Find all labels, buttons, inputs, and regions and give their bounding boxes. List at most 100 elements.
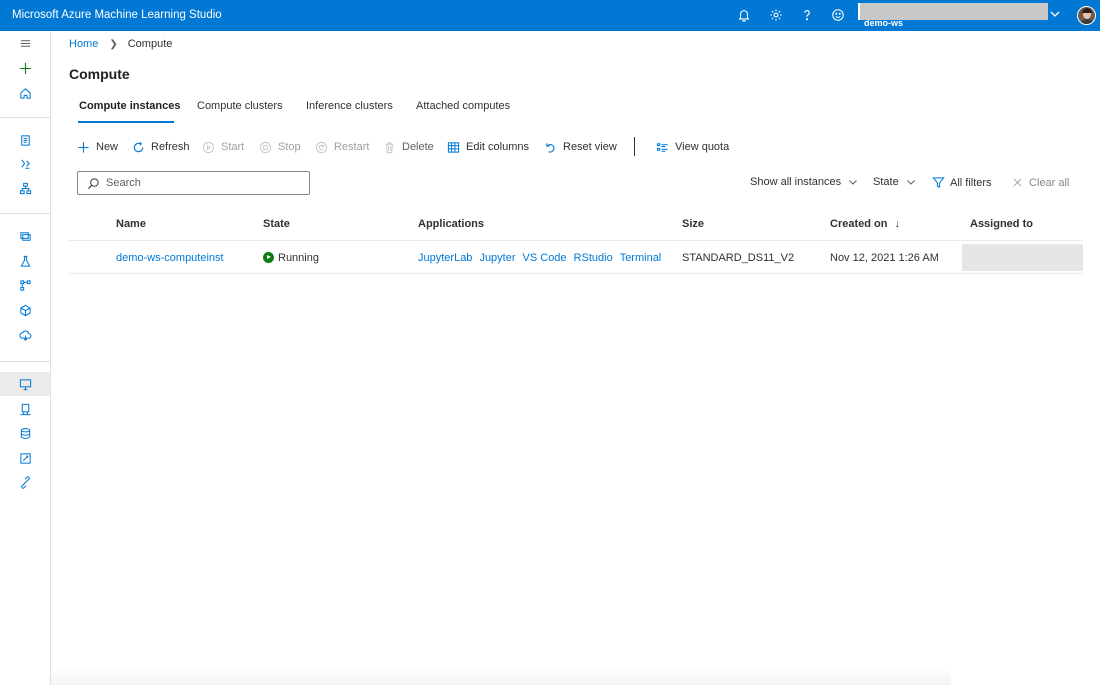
- stop-button[interactable]: Stop: [258, 138, 301, 156]
- clear-all-button[interactable]: Clear all: [1011, 176, 1069, 189]
- new-button[interactable]: New: [76, 138, 118, 156]
- show-instances-dropdown[interactable]: Show all instances: [750, 176, 858, 188]
- show-instances-label: Show all instances: [750, 176, 842, 188]
- stop-circle-icon: [258, 140, 272, 154]
- automl-icon[interactable]: [0, 152, 50, 176]
- chevron-down-icon: [848, 177, 858, 187]
- refresh-icon: [131, 140, 145, 154]
- refresh-button[interactable]: Refresh: [131, 138, 190, 156]
- compute-instance-name-link[interactable]: demo-ws-computeinst: [116, 252, 224, 264]
- help-icon[interactable]: [799, 7, 815, 23]
- edit-columns-label: Edit columns: [466, 141, 529, 153]
- undo-icon: [543, 140, 557, 154]
- restart-label: Restart: [334, 141, 370, 153]
- plus-create-icon[interactable]: [0, 56, 50, 80]
- edit-columns-button[interactable]: Edit columns: [446, 138, 529, 156]
- created-on-label: Created on: [830, 218, 888, 230]
- size-cell: STANDARD_DS11_V2: [682, 252, 795, 264]
- play-circle-icon: [201, 140, 215, 154]
- delete-button[interactable]: Delete: [382, 138, 434, 156]
- models-icon[interactable]: [0, 298, 50, 322]
- breadcrumb-current: Compute: [127, 38, 173, 50]
- trash-icon: [382, 140, 396, 154]
- column-header-applications[interactable]: Applications: [418, 218, 484, 230]
- new-label: New: [96, 141, 119, 153]
- workspace-switcher[interactable]: demo-ws: [858, 3, 1065, 28]
- page-title: Compute: [69, 66, 130, 82]
- restart-icon: [314, 140, 328, 154]
- refresh-label: Refresh: [151, 141, 190, 153]
- table-columns-icon: [446, 140, 460, 154]
- bell-icon[interactable]: [736, 7, 752, 23]
- breadcrumb-home[interactable]: Home: [69, 38, 98, 50]
- app-link-vscode[interactable]: VS Code: [523, 252, 567, 264]
- clear-all-label: Clear all: [1029, 176, 1070, 189]
- view-quota-label: View quota: [675, 141, 730, 153]
- close-icon: [1011, 176, 1024, 189]
- column-header-state[interactable]: State: [263, 218, 290, 230]
- table-header: Name State Applications Size Created on …: [69, 208, 1083, 241]
- app-link-rstudio[interactable]: RStudio: [574, 252, 613, 264]
- environments-icon[interactable]: [0, 397, 50, 421]
- list-icon: [655, 140, 669, 154]
- home-icon[interactable]: [0, 81, 50, 105]
- start-button[interactable]: Start: [201, 138, 244, 156]
- datasets-icon[interactable]: [0, 224, 50, 248]
- running-status-icon: [263, 252, 274, 263]
- plus-icon: [76, 140, 90, 154]
- avatar[interactable]: [1077, 6, 1096, 25]
- state-text: Running: [278, 252, 319, 264]
- app-link-terminal[interactable]: Terminal: [620, 252, 662, 264]
- endpoints-icon[interactable]: [0, 323, 50, 347]
- smiley-icon[interactable]: [830, 7, 846, 23]
- gear-icon[interactable]: [768, 7, 784, 23]
- sort-arrow-down-icon: ↓: [894, 218, 901, 230]
- breadcrumb: Home ❯ Compute: [69, 38, 172, 50]
- notebook-icon[interactable]: [0, 128, 50, 152]
- tab-inference-clusters[interactable]: Inference clusters: [306, 100, 393, 112]
- search-box[interactable]: [77, 171, 310, 195]
- app-link-jupyterlab[interactable]: JupyterLab: [418, 252, 472, 264]
- start-label: Start: [221, 141, 245, 153]
- applications-cell: JupyterLab Jupyter VS Code RStudio Terminal: [418, 252, 668, 264]
- state-filter-label: State: [873, 176, 899, 188]
- pipelines-icon[interactable]: [0, 273, 50, 297]
- created-on-cell: Nov 12, 2021 1:26 AM: [830, 252, 939, 264]
- search-input[interactable]: [106, 177, 296, 189]
- column-header-name[interactable]: Name: [116, 218, 146, 230]
- data-labeling-icon[interactable]: [0, 446, 50, 470]
- column-header-created-on[interactable]: Created on ↓: [830, 218, 900, 230]
- chevron-right-icon: ❯: [109, 38, 118, 50]
- reset-view-label: Reset view: [563, 141, 617, 153]
- datastores-icon[interactable]: [0, 421, 50, 445]
- search-icon: [87, 177, 100, 190]
- tab-attached-computes[interactable]: Attached computes: [416, 100, 510, 112]
- restart-button[interactable]: Restart: [314, 138, 369, 156]
- app-title[interactable]: Microsoft Azure Machine Learning Studio: [12, 9, 222, 21]
- active-tab-indicator: [78, 121, 174, 123]
- reset-view-button[interactable]: Reset view: [543, 138, 617, 156]
- app-link-jupyter[interactable]: Jupyter: [479, 252, 515, 264]
- view-quota-button[interactable]: View quota: [655, 138, 729, 156]
- all-filters-label: All filters: [950, 176, 992, 189]
- delete-label: Delete: [402, 141, 434, 153]
- column-header-assigned-to[interactable]: Assigned to: [970, 218, 1033, 230]
- assigned-to-cell-redacted: [962, 244, 1083, 271]
- stop-label: Stop: [278, 141, 301, 153]
- hamburger-menu-icon[interactable]: [0, 31, 50, 55]
- chevron-down-icon: [1048, 7, 1062, 21]
- tab-compute-instances[interactable]: Compute instances: [79, 100, 180, 112]
- table-row[interactable]: demo-ws-computeinst Running JupyterLab Ju…: [69, 242, 1083, 274]
- state-filter-dropdown[interactable]: State: [873, 176, 916, 188]
- state-cell: Running: [263, 252, 319, 264]
- tab-compute-clusters[interactable]: Compute clusters: [197, 100, 283, 112]
- left-nav: [0, 31, 51, 685]
- funnel-icon: [932, 176, 945, 189]
- chevron-down-icon: [906, 177, 916, 187]
- column-header-size[interactable]: Size: [682, 218, 704, 230]
- linked-services-icon[interactable]: [0, 470, 50, 494]
- experiments-icon[interactable]: [0, 249, 50, 273]
- all-filters-button[interactable]: All filters: [932, 176, 992, 189]
- designer-icon[interactable]: [0, 176, 50, 200]
- compute-icon[interactable]: [0, 372, 50, 396]
